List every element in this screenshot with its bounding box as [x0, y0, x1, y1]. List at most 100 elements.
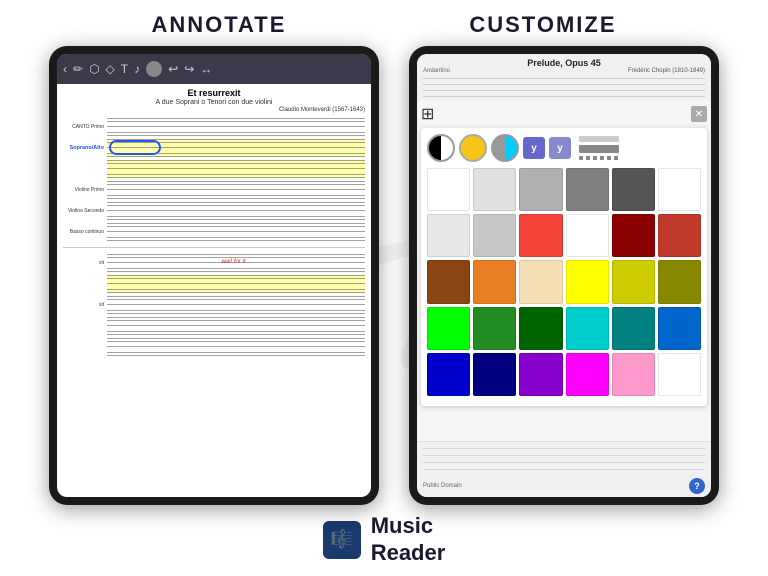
annotate-tablet: ‹ ✏ ⬡ ◇ T ♪ ↩ ↪ ↔ Et resurrexit A due So… [49, 46, 379, 505]
color-swatch-8[interactable] [519, 214, 562, 257]
color-swatch-23[interactable] [658, 307, 701, 350]
color-swatch-16[interactable] [612, 260, 655, 303]
lasso-icon[interactable]: ⬡ [89, 62, 99, 76]
color-swatch-6[interactable] [427, 214, 470, 257]
header: ANNOTATE CUSTOMIZE [0, 0, 768, 46]
bold-line-style[interactable] [579, 145, 619, 153]
color-swatch-7[interactable] [473, 214, 516, 257]
color-swatch-15[interactable] [566, 260, 609, 303]
score-divider [63, 247, 365, 248]
color-swatch-2[interactable] [519, 168, 562, 211]
table-row [63, 316, 365, 336]
back-button[interactable]: ‹ [63, 62, 67, 76]
color-swatch-24[interactable] [427, 353, 470, 396]
grid-icon[interactable]: ⊞ [421, 104, 434, 124]
color-swatch-27[interactable] [566, 353, 609, 396]
table-row [63, 337, 365, 357]
andantino-label: Andantino [423, 68, 450, 74]
help-button[interactable]: ? [689, 478, 705, 494]
staff-content: wait for it... [107, 254, 365, 272]
wait-for-it-text: wait for it... [221, 259, 250, 265]
undo-icon[interactable]: ↩ [168, 62, 178, 76]
text-icon[interactable]: T [121, 62, 128, 76]
style-half-circle[interactable] [427, 134, 455, 162]
color-circle-toolbar[interactable] [146, 61, 162, 77]
part-label: CANTO Primo [63, 124, 107, 130]
color-swatch-0[interactable] [427, 168, 470, 211]
staff-content [107, 160, 365, 178]
color-swatch-10[interactable] [612, 214, 655, 257]
customize-screen: Prelude, Opus 45 Andantino Frédéric Chop… [417, 54, 711, 497]
color-swatch-22[interactable] [612, 307, 655, 350]
color-panel-area: ⊞ ✕ y y [417, 100, 711, 441]
header-score-lines [423, 76, 705, 98]
dashed-line-style[interactable] [579, 156, 619, 160]
style-options-row: y y [427, 134, 701, 162]
table-row [63, 274, 365, 294]
color-swatch-4[interactable] [612, 168, 655, 211]
customize-heading: CUSTOMIZE [469, 12, 616, 38]
style-y1-button[interactable]: y [523, 137, 545, 159]
staff-content [107, 338, 365, 356]
logo-music-label: Music [371, 513, 446, 539]
style-yellow-circle[interactable] [459, 134, 487, 162]
staff-content [107, 317, 365, 335]
arrows-icon[interactable]: ↔ [200, 62, 212, 76]
color-swatch-18[interactable] [427, 307, 470, 350]
footer-score-preview [423, 445, 705, 475]
music-note-icon[interactable]: ♪ [134, 62, 140, 76]
app-footer: 🎼 Music Reader [323, 505, 446, 576]
color-swatch-9[interactable] [566, 214, 609, 257]
public-domain-label: Public Domain [423, 483, 462, 489]
color-swatch-26[interactable] [519, 353, 562, 396]
close-button[interactable]: ✕ [691, 106, 707, 122]
redo-icon[interactable]: ↪ [184, 62, 194, 76]
style-y2-button[interactable]: y [549, 137, 571, 159]
color-swatch-5[interactable] [658, 168, 701, 211]
right-screen-layout: Prelude, Opus 45 Andantino Frédéric Chop… [417, 54, 711, 497]
logo-reader-label: Reader [371, 540, 446, 566]
diamond-icon[interactable]: ◇ [106, 62, 115, 76]
annotate-heading: ANNOTATE [151, 12, 286, 38]
line-style-options [579, 136, 619, 160]
style-cyan-circle[interactable] [491, 134, 519, 162]
score-measures: CANTO Primo Soprano/Alto [63, 117, 365, 242]
annotate-toolbar: ‹ ✏ ⬡ ◇ T ♪ ↩ ↪ ↔ [57, 54, 371, 84]
staff-content [107, 275, 365, 293]
table-row: Basso continuo [63, 222, 365, 242]
app-logo-text: Music Reader [371, 513, 446, 566]
color-swatch-25[interactable] [473, 353, 516, 396]
thin-line-style[interactable] [579, 136, 619, 142]
color-swatch-14[interactable] [519, 260, 562, 303]
color-swatch-20[interactable] [519, 307, 562, 350]
part-label: Violino Secondo [63, 208, 107, 214]
staff-content [107, 139, 365, 157]
composer-label: Frédéric Chopin (1810-1849) [628, 68, 705, 74]
table-row: xit wait for it... [63, 253, 365, 273]
part-label: xit [63, 260, 107, 266]
pencil-icon[interactable]: ✏ [73, 62, 83, 76]
color-swatch-3[interactable] [566, 168, 609, 211]
app-logo-icon: 🎼 [323, 521, 361, 559]
color-swatch-29[interactable] [658, 353, 701, 396]
table-row: Soprano/Alto [63, 138, 365, 158]
color-swatch-1[interactable] [473, 168, 516, 211]
color-swatch-11[interactable] [658, 214, 701, 257]
table-row [63, 159, 365, 179]
customize-tablet: Prelude, Opus 45 Andantino Frédéric Chop… [409, 46, 719, 505]
color-swatch-19[interactable] [473, 307, 516, 350]
table-row: Violino Secondo [63, 201, 365, 221]
table-row: Violino Primo [63, 180, 365, 200]
color-swatch-13[interactable] [473, 260, 516, 303]
color-swatch-21[interactable] [566, 307, 609, 350]
table-row: xit [63, 295, 365, 315]
part-label: Violino Primo [63, 187, 107, 193]
score-title: Et resurrexit [63, 88, 365, 98]
right-score-header: Prelude, Opus 45 Andantino Frédéric Chop… [417, 54, 711, 100]
annotate-score-content: Et resurrexit A due Soprani o Tenori con… [57, 84, 371, 361]
color-swatch-12[interactable] [427, 260, 470, 303]
color-swatch-17[interactable] [658, 260, 701, 303]
score-subtitle: A due Soprani o Tenori con due violini [63, 99, 365, 106]
annotate-screen: ‹ ✏ ⬡ ◇ T ♪ ↩ ↪ ↔ Et resurrexit A due So… [57, 54, 371, 497]
color-swatch-28[interactable] [612, 353, 655, 396]
